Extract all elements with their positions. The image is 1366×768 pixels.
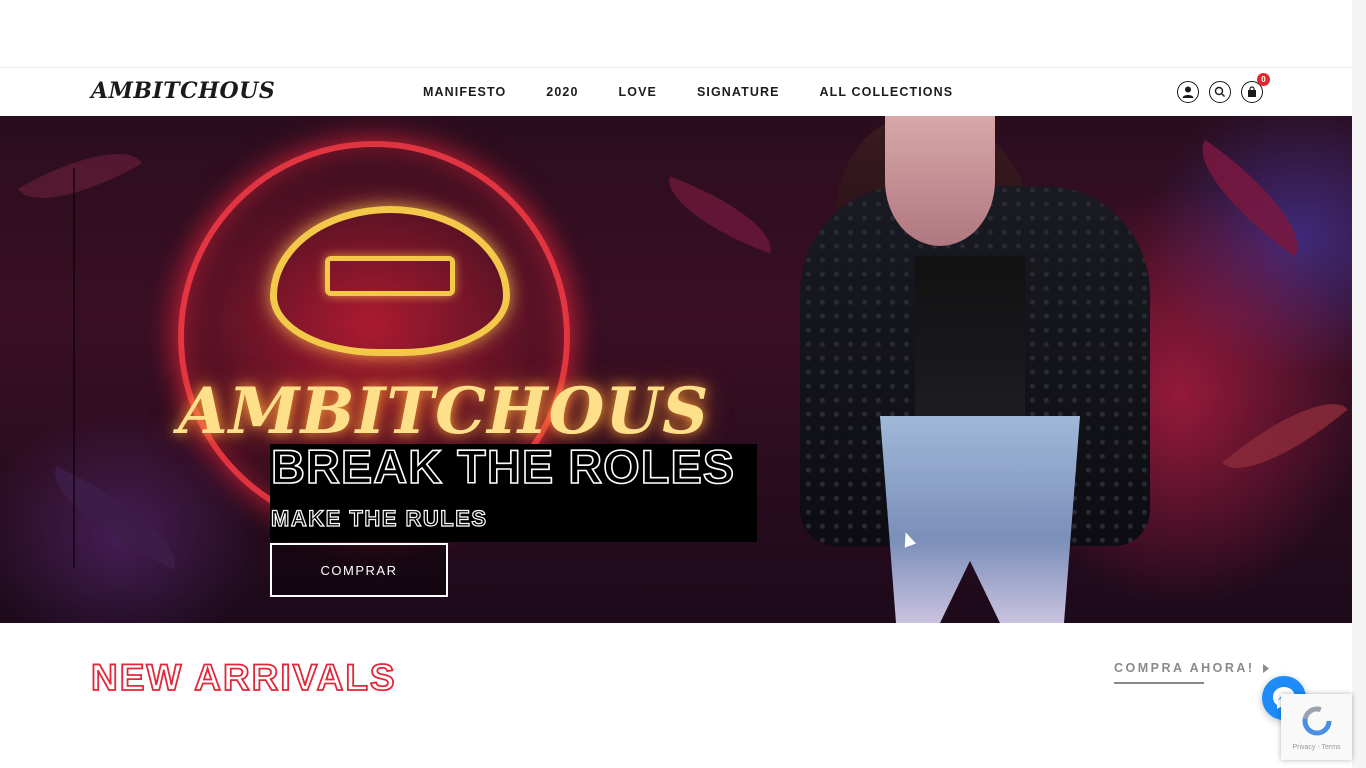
- model-denim-skirt: [880, 416, 1080, 623]
- nav-item-signature[interactable]: SIGNATURE: [697, 85, 780, 99]
- foliage-decoration: [1180, 139, 1320, 257]
- hero-headline: BREAK THE ROLES: [270, 440, 736, 493]
- site-header: AMBITCHOUS MANIFESTO 2020 LOVE SIGNATURE…: [0, 68, 1352, 116]
- model-shirt: [915, 256, 1025, 436]
- new-arrivals-section: NEW ARRIVALS COMPRA AHORA!: [0, 623, 1352, 768]
- recaptcha-badge[interactable]: Privacy - Terms: [1281, 694, 1352, 760]
- model-face: [885, 116, 995, 246]
- cart-count-badge: 0: [1257, 73, 1270, 86]
- foliage-decoration: [1222, 378, 1348, 494]
- foliage-decoration: [18, 128, 142, 224]
- nav-item-all-collections[interactable]: ALL COLLECTIONS: [820, 85, 954, 99]
- recaptcha-links[interactable]: Privacy - Terms: [1292, 744, 1340, 751]
- caret-right-icon: [1262, 663, 1269, 673]
- neon-sign-text: AMBITCHOUS: [178, 374, 710, 449]
- page: AMBITCHOUS MANIFESTO 2020 LOVE SIGNATURE…: [0, 0, 1366, 768]
- top-blank-bar: [0, 0, 1352, 68]
- hero-model-image: [800, 116, 1160, 623]
- header-icons: 0: [1177, 73, 1270, 103]
- neon-teeth-icon: [325, 256, 455, 296]
- user-icon[interactable]: [1177, 81, 1199, 103]
- recaptcha-icon: [1302, 706, 1331, 735]
- shop-now-label[interactable]: COMPRA AHORA!: [1114, 661, 1255, 675]
- scrollbar[interactable]: [1352, 0, 1366, 768]
- hero-subline: MAKE THE RULES: [270, 505, 488, 531]
- nav-item-manifesto[interactable]: MANIFESTO: [423, 85, 506, 99]
- search-icon[interactable]: [1209, 81, 1231, 103]
- main-nav: MANIFESTO 2020 LOVE SIGNATURE ALL COLLEC…: [423, 68, 993, 116]
- nav-item-love[interactable]: LOVE: [619, 85, 657, 99]
- shop-now-underline: [1114, 682, 1204, 684]
- section-title: NEW ARRIVALS: [90, 656, 397, 699]
- brand-logo[interactable]: AMBITCHOUS: [91, 78, 275, 104]
- buy-button[interactable]: COMPRAR: [270, 543, 448, 597]
- shop-now-link[interactable]: COMPRA AHORA!: [1114, 661, 1269, 675]
- nav-item-2020[interactable]: 2020: [546, 85, 578, 99]
- vertical-divider: [73, 168, 75, 568]
- hero-banner: AMBITCHOUS BREAK THE ROLES MAKE THE RULE…: [0, 116, 1352, 623]
- cart-icon[interactable]: 0: [1241, 73, 1270, 103]
- foliage-decoration: [657, 176, 783, 254]
- foliage-decoration: [37, 466, 193, 570]
